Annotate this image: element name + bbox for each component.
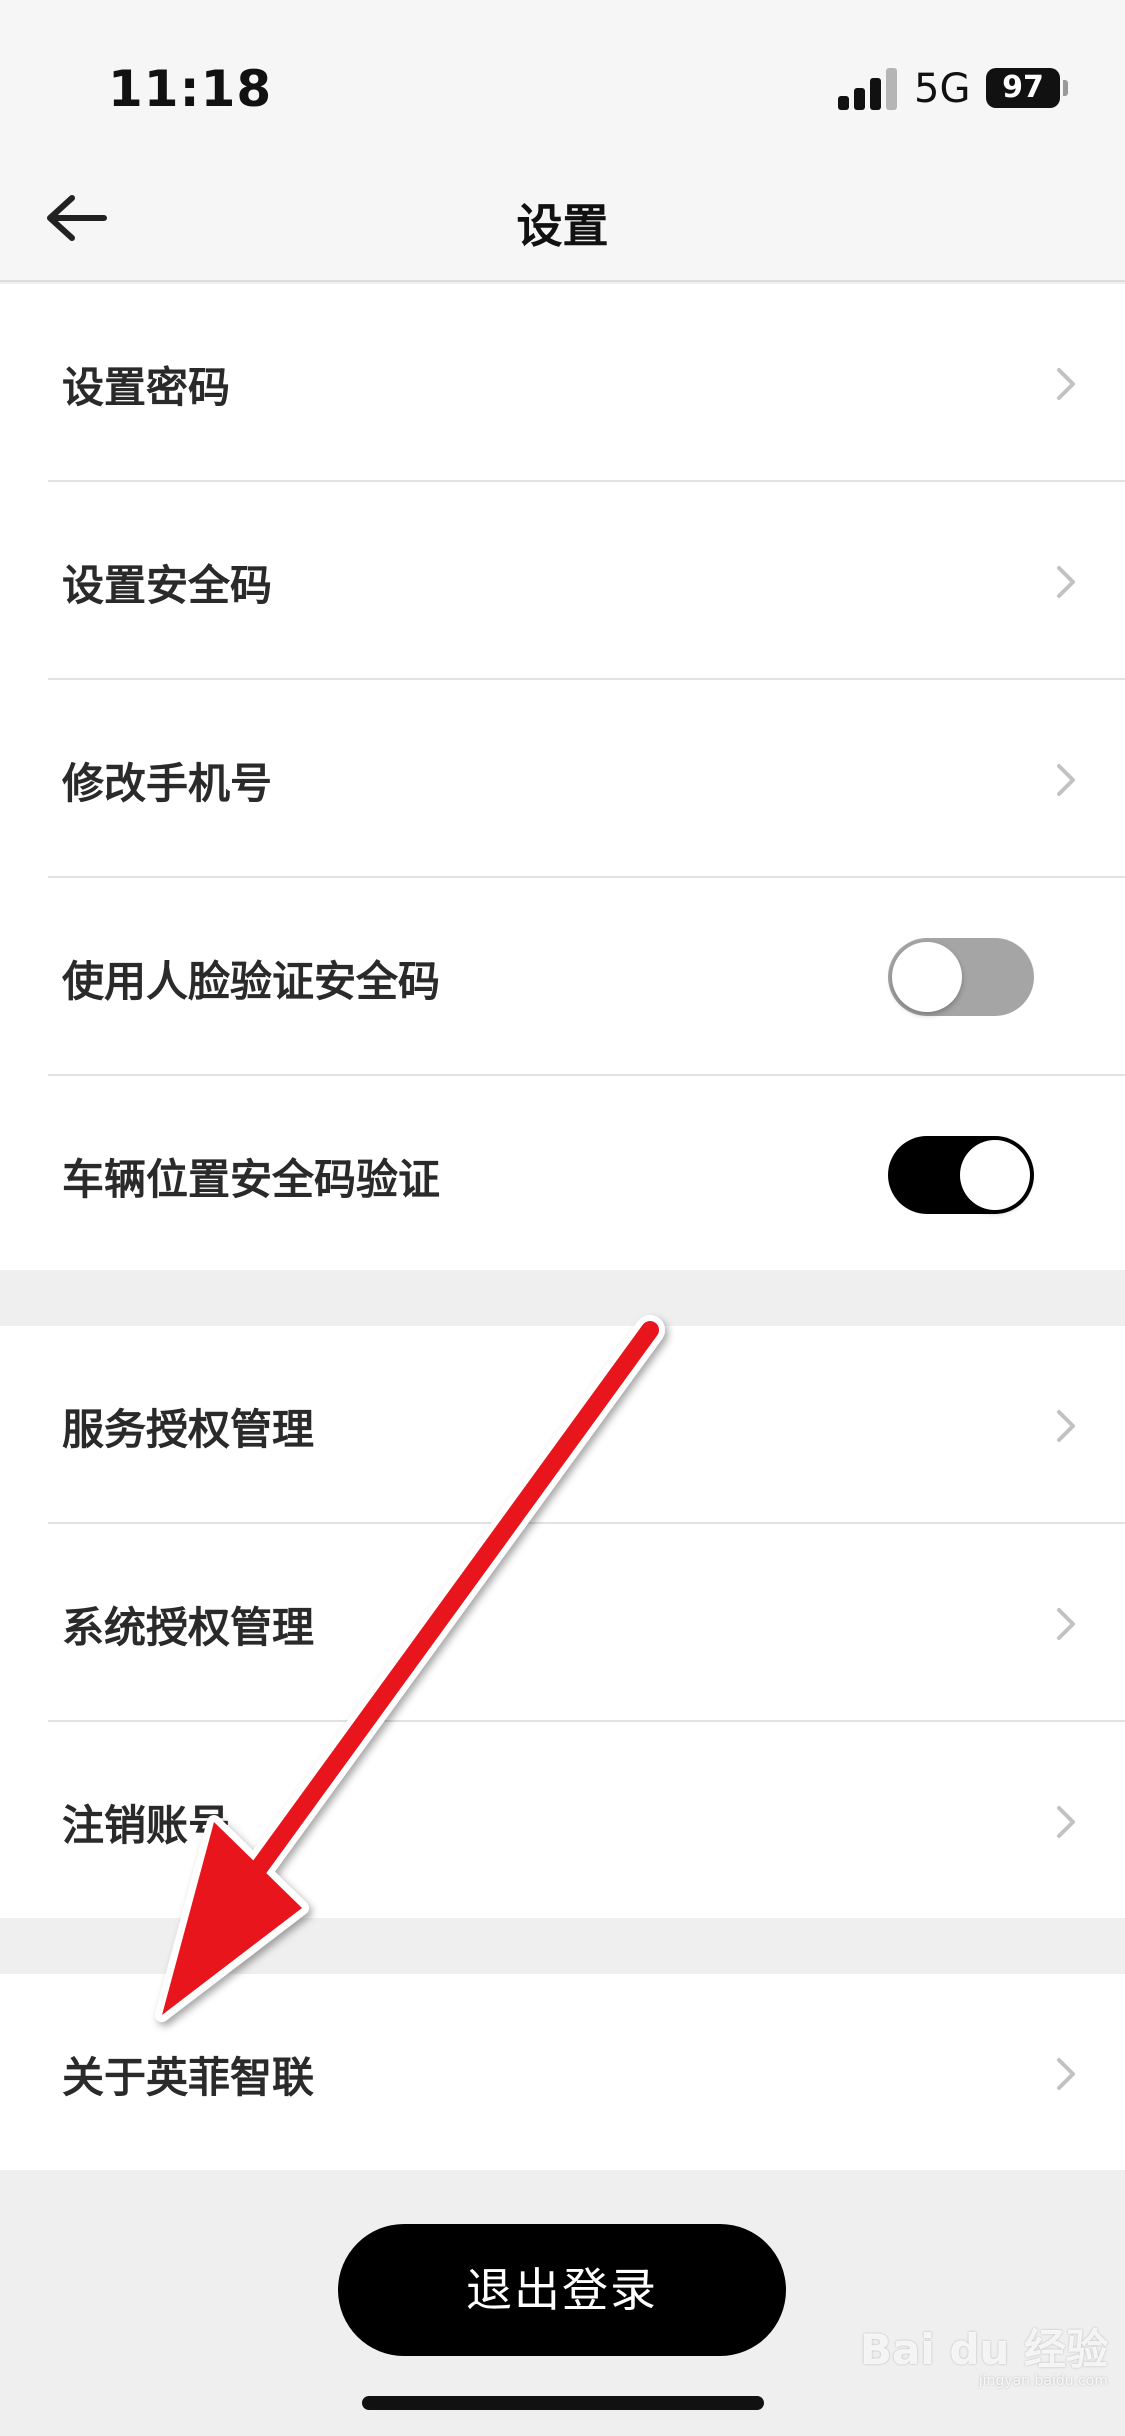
battery-nub — [1063, 80, 1068, 96]
settings-item-service-auth[interactable]: 服务授权管理 — [0, 1326, 1125, 1524]
chevron-right-icon — [1057, 764, 1075, 796]
logout-button[interactable]: 退出登录 — [338, 2224, 786, 2356]
network-type: 5G — [914, 66, 971, 112]
settings-group-authorization: 服务授权管理 系统授权管理 注销账号 — [0, 1326, 1125, 1918]
settings-item-label: 系统授权管理 — [62, 1603, 315, 1652]
settings-item-about[interactable]: 关于英菲智联 — [0, 1974, 1125, 2170]
chevron-right-icon — [1057, 1806, 1075, 1838]
page-title: 设置 — [516, 199, 609, 253]
vehicle-location-verify-toggle[interactable] — [888, 1136, 1034, 1214]
settings-item-system-auth[interactable]: 系统授权管理 — [0, 1524, 1125, 1722]
battery-icon: 97 — [986, 68, 1060, 108]
settings-item-label: 修改手机号 — [62, 759, 273, 808]
home-indicator — [362, 2396, 764, 2410]
chevron-right-icon — [1057, 1608, 1075, 1640]
settings-item-vehicle-location-verify: 车辆位置安全码验证 — [0, 1076, 1125, 1274]
baidu-watermark: Bai du 经验 jingyan.baidu.com — [860, 2316, 1108, 2389]
settings-item-label: 设置密码 — [62, 363, 231, 412]
watermark-text: Bai du 经验 — [860, 2325, 1108, 2374]
chevron-right-icon — [1057, 368, 1075, 400]
signal-icon — [838, 66, 900, 110]
status-time: 11:18 — [108, 60, 273, 118]
settings-group-security: 设置密码 设置安全码 修改手机号 使用人脸验证安全码 车辆位置安全码验证 — [0, 284, 1125, 1270]
settings-item-label: 使用人脸验证安全码 — [62, 957, 441, 1006]
settings-item-label: 服务授权管理 — [62, 1405, 315, 1454]
chevron-right-icon — [1057, 1410, 1075, 1442]
settings-item-label: 注销账号 — [62, 1801, 231, 1850]
settings-item-set-password[interactable]: 设置密码 — [0, 284, 1125, 482]
chevron-right-icon — [1057, 2058, 1075, 2090]
face-verify-toggle[interactable] — [888, 938, 1034, 1016]
toggle-knob — [892, 942, 962, 1012]
settings-item-change-phone[interactable]: 修改手机号 — [0, 680, 1125, 878]
toggle-knob — [960, 1140, 1030, 1210]
settings-group-about: 关于英菲智联 — [0, 1974, 1125, 2170]
settings-item-label: 车辆位置安全码验证 — [62, 1155, 441, 1204]
settings-item-set-security-code[interactable]: 设置安全码 — [0, 482, 1125, 680]
settings-item-face-verify: 使用人脸验证安全码 — [0, 878, 1125, 1076]
settings-item-label: 关于英菲智联 — [62, 2053, 315, 2102]
watermark-sub: jingyan.baidu.com — [978, 2373, 1108, 2389]
settings-item-label: 设置安全码 — [62, 561, 273, 610]
settings-item-delete-account[interactable]: 注销账号 — [0, 1722, 1125, 1920]
chevron-right-icon — [1057, 566, 1075, 598]
